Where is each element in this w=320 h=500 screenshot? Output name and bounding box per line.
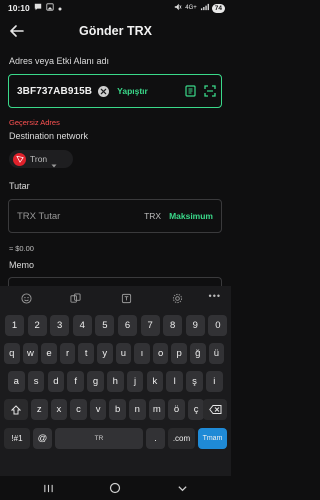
key-4[interactable]: 4 bbox=[72, 315, 92, 336]
key-w[interactable]: w bbox=[22, 343, 39, 364]
key-6[interactable]: 6 bbox=[118, 315, 137, 336]
memo-label: Memo bbox=[9, 260, 35, 270]
key-d[interactable]: d bbox=[47, 371, 65, 392]
home-icon[interactable] bbox=[109, 482, 121, 494]
max-button[interactable]: Maksimum bbox=[169, 211, 213, 221]
key-9[interactable]: 9 bbox=[185, 315, 205, 336]
settings-icon[interactable] bbox=[171, 292, 183, 304]
key-5[interactable]: 5 bbox=[95, 315, 115, 336]
shift-key[interactable] bbox=[4, 399, 28, 420]
key-ı[interactable]: ı bbox=[134, 343, 150, 364]
key-l[interactable]: l bbox=[166, 371, 183, 392]
battery-level: 74 bbox=[211, 3, 225, 13]
key-f[interactable]: f bbox=[67, 371, 84, 392]
gallery-notification-icon bbox=[46, 3, 54, 13]
key-y[interactable]: y bbox=[97, 343, 113, 364]
amount-unit: TRX bbox=[144, 211, 162, 221]
keyboard: ••• 1234567890 qwertyuıopğü asdfghjklşi zxc… bbox=[0, 286, 231, 486]
key-r[interactable]: r bbox=[59, 343, 76, 364]
key-i[interactable]: i bbox=[206, 371, 223, 392]
chat-notification-icon bbox=[34, 3, 42, 13]
network-name: Tron bbox=[30, 154, 48, 164]
dot-icon bbox=[58, 4, 62, 13]
clear-icon[interactable] bbox=[98, 85, 110, 97]
network-dropdown[interactable]: Tron bbox=[9, 150, 73, 168]
amount-placeholder[interactable]: TRX Tutar bbox=[17, 211, 60, 222]
key-x[interactable]: x bbox=[50, 399, 68, 420]
key-7[interactable]: 7 bbox=[140, 315, 160, 336]
key-e[interactable]: e bbox=[41, 343, 57, 364]
key-b[interactable]: b bbox=[109, 399, 126, 420]
key-j[interactable]: j bbox=[126, 371, 144, 392]
dotcom-key[interactable]: .com bbox=[168, 428, 195, 449]
address-input[interactable]: 3BF737AB915B Yapıştır bbox=[8, 74, 222, 108]
key-ü[interactable]: ü bbox=[208, 343, 225, 364]
key-v[interactable]: v bbox=[89, 399, 107, 420]
key-k[interactable]: k bbox=[146, 371, 164, 392]
address-book-icon[interactable] bbox=[184, 85, 196, 97]
key-m[interactable]: m bbox=[148, 399, 166, 420]
network-type: 4G+ bbox=[185, 5, 197, 11]
dot-key[interactable]: . bbox=[146, 428, 165, 449]
key-t[interactable]: t bbox=[78, 343, 94, 364]
clipboard-icon[interactable] bbox=[69, 292, 81, 304]
amount-label: Tutar bbox=[9, 181, 30, 191]
key-s[interactable]: s bbox=[27, 371, 45, 392]
space-key[interactable]: TR bbox=[55, 428, 143, 449]
key-ç[interactable]: ç bbox=[187, 399, 205, 420]
clock: 10:10 bbox=[8, 3, 30, 13]
fiat-value: ≈ $0.00 bbox=[9, 244, 34, 253]
key-u[interactable]: u bbox=[115, 343, 132, 364]
mute-icon bbox=[174, 3, 182, 13]
signal-icon bbox=[200, 3, 209, 13]
key-ö[interactable]: ö bbox=[168, 399, 185, 420]
key-z[interactable]: z bbox=[31, 399, 48, 420]
key-g[interactable]: g bbox=[87, 371, 104, 392]
address-error: Geçersiz Adres bbox=[9, 118, 60, 127]
key-ğ[interactable]: ğ bbox=[190, 343, 206, 364]
amount-input[interactable]: TRX Tutar TRX Maksimum bbox=[8, 199, 222, 233]
at-key[interactable]: @ bbox=[33, 428, 52, 449]
emoji-icon[interactable] bbox=[20, 292, 32, 304]
key-ş[interactable]: ş bbox=[186, 371, 203, 392]
recent-apps-icon[interactable] bbox=[42, 482, 54, 494]
key-0[interactable]: 0 bbox=[208, 315, 228, 336]
address-label: Adres veya Etki Alanı adı bbox=[9, 56, 110, 66]
key-o[interactable]: o bbox=[152, 343, 169, 364]
tron-icon bbox=[13, 152, 26, 166]
chevron-down-icon[interactable] bbox=[176, 482, 188, 494]
key-q[interactable]: q bbox=[4, 343, 20, 364]
app-header: Gönder TRX bbox=[0, 18, 231, 46]
address-value[interactable]: 3BF737AB915B bbox=[17, 86, 92, 97]
key-a[interactable]: a bbox=[8, 371, 25, 392]
key-h[interactable]: h bbox=[107, 371, 124, 392]
page-title: Gönder TRX bbox=[79, 24, 152, 38]
status-bar: 10:10 4G+ 74 bbox=[0, 0, 231, 16]
key-n[interactable]: n bbox=[129, 399, 146, 420]
key-8[interactable]: 8 bbox=[163, 315, 183, 336]
paste-button[interactable]: Yapıştır bbox=[117, 86, 148, 96]
translate-icon[interactable] bbox=[120, 292, 132, 304]
qr-scan-icon[interactable] bbox=[204, 85, 216, 97]
chevron-down-icon bbox=[51, 156, 57, 168]
key-3[interactable]: 3 bbox=[50, 315, 70, 336]
key-2[interactable]: 2 bbox=[27, 315, 47, 336]
key-c[interactable]: c bbox=[70, 399, 87, 420]
key-p[interactable]: p bbox=[171, 343, 187, 364]
key-1[interactable]: 1 bbox=[5, 315, 24, 336]
keyboard-toolbar: ••• bbox=[0, 286, 231, 310]
navigation-bar bbox=[0, 476, 231, 500]
backspace-key[interactable] bbox=[203, 399, 227, 420]
more-icon[interactable]: ••• bbox=[209, 291, 221, 301]
network-label: Destination network bbox=[9, 131, 89, 141]
enter-key[interactable]: Tmam bbox=[198, 428, 227, 449]
symbols-key[interactable]: !#1 bbox=[4, 428, 30, 449]
